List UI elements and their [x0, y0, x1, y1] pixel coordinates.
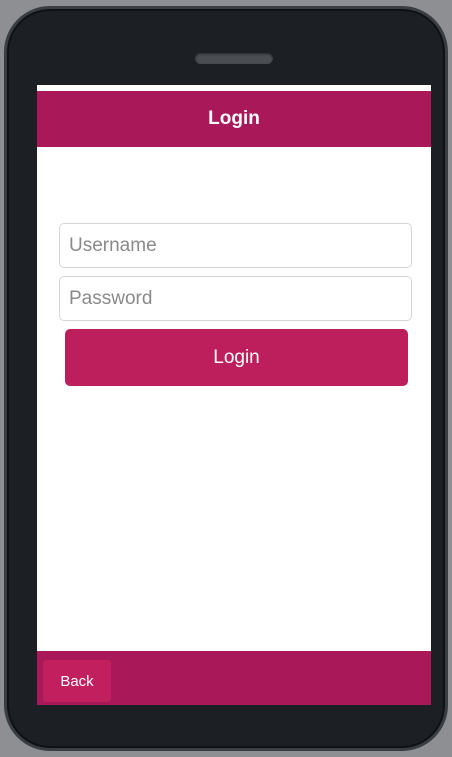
back-button[interactable]: Back	[43, 660, 111, 702]
username-input[interactable]	[69, 234, 411, 257]
app-header: Login	[37, 91, 431, 147]
login-button[interactable]: Login	[65, 329, 408, 386]
app-footer: Back	[37, 651, 431, 705]
app-screen: Login Login Back	[37, 85, 431, 705]
page-title: Login	[208, 108, 260, 129]
username-field[interactable]	[59, 223, 412, 268]
password-field[interactable]	[59, 276, 412, 321]
password-input[interactable]	[69, 287, 411, 310]
speaker-grille	[195, 53, 273, 64]
phone-frame: Login Login Back	[4, 6, 448, 751]
